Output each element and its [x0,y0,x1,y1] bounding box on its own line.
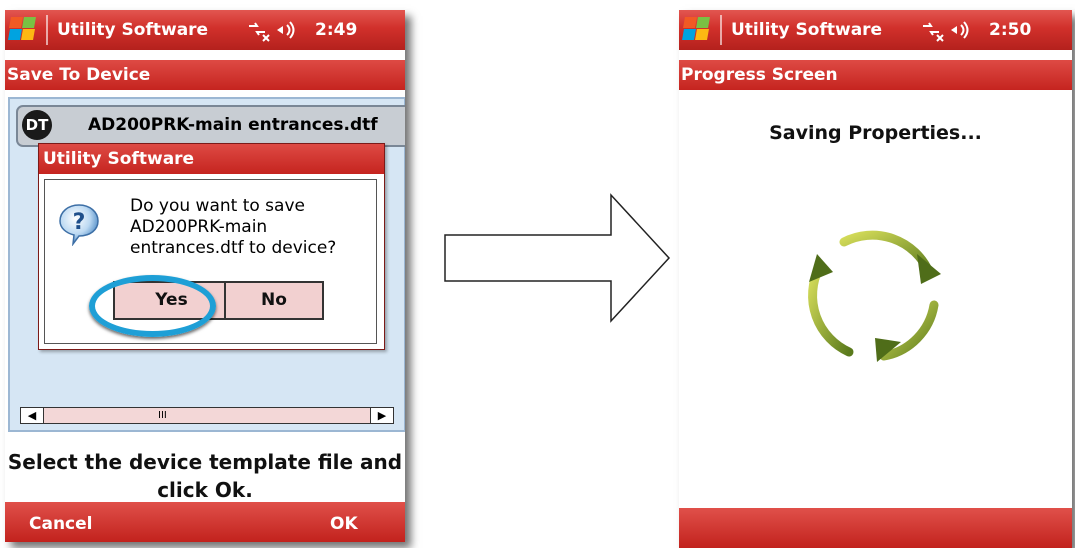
save-to-device-screen: Utility Software 2:49 Save To Device DT … [5,10,405,542]
softkey-bar [679,508,1072,548]
question-icon: ? [59,204,99,246]
status-time: 2:50 [989,20,1032,40]
list-item[interactable]: DT AD200PRK-main entrances.dtf [16,105,405,147]
page-title: Save To Device [5,60,405,90]
save-confirm-dialog: Utility Software ? Do you want to save A… [38,143,385,350]
scroll-right-button[interactable]: ▶ [370,408,393,423]
right-arrow-icon [444,193,671,323]
status-bar: Utility Software 2:49 [5,10,405,50]
dialog-body: ? Do you want to save AD200PRK-main entr… [44,179,377,344]
status-app-title: Utility Software [731,20,883,40]
cancel-softkey[interactable]: Cancel [29,514,92,534]
status-separator [46,15,48,45]
instruction-text: Select the device template file and clic… [7,450,403,502]
dtf-file-icon: DT [22,110,52,140]
connectivity-volume-icon[interactable] [245,18,305,42]
file-name: AD200PRK-main entrances.dtf [88,115,378,135]
status-app-title: Utility Software [57,20,209,40]
horizontal-scrollbar[interactable]: ◀ III ▶ [20,407,394,424]
page-title: Progress Screen [679,60,1072,90]
scroll-left-button[interactable]: ◀ [21,408,44,423]
status-time: 2:49 [315,20,358,40]
scroll-thumb[interactable]: III [158,408,167,423]
status-bar: Utility Software 2:50 [679,10,1072,50]
softkey-bar: Cancel OK [5,502,405,542]
svg-text:?: ? [73,210,86,235]
refresh-spinner-icon [808,230,941,362]
status-separator [720,15,722,45]
dialog-message: Do you want to save AD200PRK-main entran… [130,196,337,258]
connectivity-volume-icon[interactable] [919,18,979,42]
dialog-title: Utility Software [39,144,384,174]
yes-button-highlight-ring [89,275,216,337]
progress-heading: Saving Properties... [769,122,982,144]
ok-softkey[interactable]: OK [330,514,358,534]
no-button[interactable]: No [224,281,324,320]
windows-start-icon[interactable] [682,16,713,43]
progress-screen: Utility Software 2:50 Progress Screen Sa… [679,10,1072,548]
windows-start-icon[interactable] [8,16,39,43]
